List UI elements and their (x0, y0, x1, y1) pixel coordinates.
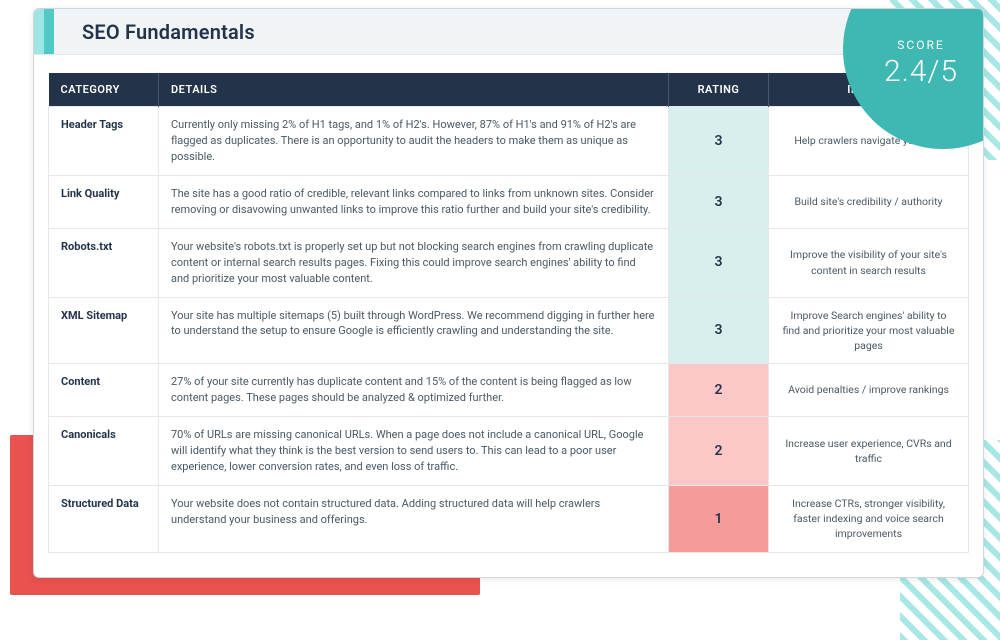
header-accent-dark (44, 9, 54, 54)
cell-details: Your website does not contain structured… (159, 485, 669, 552)
cell-details: The site has a good ratio of credible, r… (159, 175, 669, 228)
cell-category: Content (49, 364, 159, 417)
table-row: Header TagsCurrently only missing 2% of … (49, 107, 969, 176)
cell-rating: 3 (669, 228, 769, 297)
card-header: SEO Fundamentals (34, 9, 983, 55)
cell-rating: 3 (669, 297, 769, 364)
score-value: 2.4/5 (884, 54, 958, 89)
cell-category: Header Tags (49, 107, 159, 176)
cell-rating: 1 (669, 485, 769, 552)
header-accent-light (34, 9, 44, 54)
cell-impact: Avoid penalties / improve rankings (769, 364, 969, 417)
cell-category: Canonicals (49, 417, 159, 486)
cell-category: Robots.txt (49, 228, 159, 297)
report-card: SEO Fundamentals SCORE 2.4/5 CATEGORY DE… (33, 8, 984, 578)
table-row: Robots.txtYour website's robots.txt is p… (49, 228, 969, 297)
score-label: SCORE (897, 38, 944, 52)
table-header-row: CATEGORY DETAILS RATING IMPACT (49, 73, 969, 107)
table-row: XML SitemapYour site has multiple sitema… (49, 297, 969, 364)
table-row: Canonicals70% of URLs are missing canoni… (49, 417, 969, 486)
cell-rating: 2 (669, 364, 769, 417)
cell-rating: 2 (669, 417, 769, 486)
seo-table: CATEGORY DETAILS RATING IMPACT Header Ta… (48, 73, 969, 553)
cell-impact: Build site's credibility / authority (769, 175, 969, 228)
col-header-details: DETAILS (159, 73, 669, 107)
cell-details: 70% of URLs are missing canonical URLs. … (159, 417, 669, 486)
table-row: Content27% of your site currently has du… (49, 364, 969, 417)
page-title: SEO Fundamentals (82, 20, 255, 44)
cell-impact: Improve the visibility of your site's co… (769, 228, 969, 297)
cell-impact: Improve Search engines' ability to find … (769, 297, 969, 364)
cell-rating: 3 (669, 175, 769, 228)
table-row: Link QualityThe site has a good ratio of… (49, 175, 969, 228)
cell-details: Currently only missing 2% of H1 tags, an… (159, 107, 669, 176)
table-container: CATEGORY DETAILS RATING IMPACT Header Ta… (34, 55, 983, 553)
cell-category: Link Quality (49, 175, 159, 228)
cell-details: Your website's robots.txt is properly se… (159, 228, 669, 297)
cell-impact: Increase user experience, CVRs and traff… (769, 417, 969, 486)
col-header-rating: RATING (669, 73, 769, 107)
table-row: Structured DataYour website does not con… (49, 485, 969, 552)
cell-impact: Increase CTRs, stronger visibility, fast… (769, 485, 969, 552)
cell-category: Structured Data (49, 485, 159, 552)
cell-category: XML Sitemap (49, 297, 159, 364)
cell-rating: 3 (669, 107, 769, 176)
col-header-category: CATEGORY (49, 73, 159, 107)
cell-details: 27% of your site currently has duplicate… (159, 364, 669, 417)
cell-details: Your site has multiple sitemaps (5) buil… (159, 297, 669, 364)
